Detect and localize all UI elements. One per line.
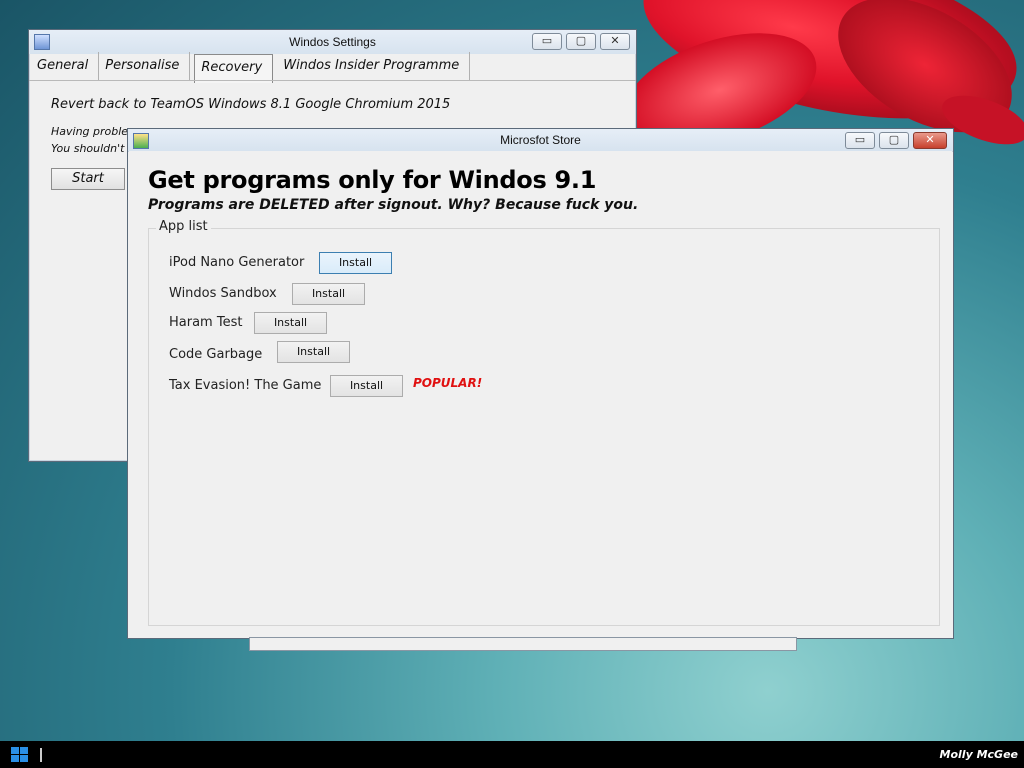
maximize-button[interactable]: ▢ <box>566 33 596 50</box>
app-name: Code Garbage <box>169 347 263 362</box>
user-name[interactable]: Molly McGee <box>940 748 1018 761</box>
store-window-title: Microsfot Store <box>500 133 581 147</box>
minimize-button[interactable]: ▭ <box>845 132 875 149</box>
app-list-group: App list iPod Nano Generator Install Win… <box>148 219 940 626</box>
taskbar-separator <box>40 748 42 762</box>
app-name: Windos Sandbox <box>169 286 277 301</box>
background-window-edge <box>249 637 797 651</box>
maximize-button[interactable]: ▢ <box>879 132 909 149</box>
minimize-icon: ▭ <box>541 34 553 47</box>
start-button[interactable]: Start <box>51 168 125 190</box>
close-button[interactable]: ✕ <box>913 132 947 149</box>
minimize-button[interactable]: ▭ <box>532 33 562 50</box>
store-titlebar[interactable]: Microsfot Store ▭ ▢ ✕ <box>128 129 953 151</box>
recovery-description-line: You shouldn't <box>51 142 125 155</box>
minimize-icon: ▭ <box>854 133 866 146</box>
windows-logo-icon[interactable] <box>3 745 29 765</box>
install-button[interactable]: Install <box>254 312 327 334</box>
app-name: iPod Nano Generator <box>169 255 305 270</box>
app-name: Tax Evasion! The Game <box>169 378 322 393</box>
close-icon: ✕ <box>925 133 935 146</box>
install-button[interactable]: Install <box>330 375 403 397</box>
store-subheadline: Programs are DELETED after signout. Why?… <box>148 197 639 213</box>
close-icon: ✕ <box>610 34 620 47</box>
close-button[interactable]: ✕ <box>600 33 630 50</box>
tab-insider-programme[interactable]: Windos Insider Programme <box>277 52 471 80</box>
store-window: Microsfot Store ▭ ▢ ✕ Get programs only … <box>127 128 954 639</box>
revert-heading: Revert back to TeamOS Windows 8.1 Google… <box>51 97 451 112</box>
popular-badge: POPULAR! <box>413 376 483 390</box>
store-content: Get programs only for Windos 9.1 Program… <box>128 152 953 638</box>
taskbar: Molly McGee <box>0 741 1024 768</box>
settings-titlebar[interactable]: Windos Settings ▭ ▢ ✕ <box>29 30 636 54</box>
store-headline: Get programs only for Windos 9.1 <box>148 166 597 194</box>
maximize-icon: ▢ <box>888 133 900 146</box>
tab-general[interactable]: General <box>31 52 100 80</box>
install-button[interactable]: Install <box>319 252 392 274</box>
install-button[interactable]: Install <box>277 341 350 363</box>
tab-recovery[interactable]: Recovery <box>194 54 274 83</box>
tab-personalise[interactable]: Personalise <box>99 52 191 80</box>
install-button[interactable]: Install <box>292 283 365 305</box>
app-list-label: App list <box>156 219 211 234</box>
maximize-icon: ▢ <box>575 34 587 47</box>
settings-tabs: General Personalise Recovery Windos Insi… <box>31 52 471 83</box>
recovery-description-line: Having proble <box>51 125 129 138</box>
app-name: Haram Test <box>169 315 243 330</box>
